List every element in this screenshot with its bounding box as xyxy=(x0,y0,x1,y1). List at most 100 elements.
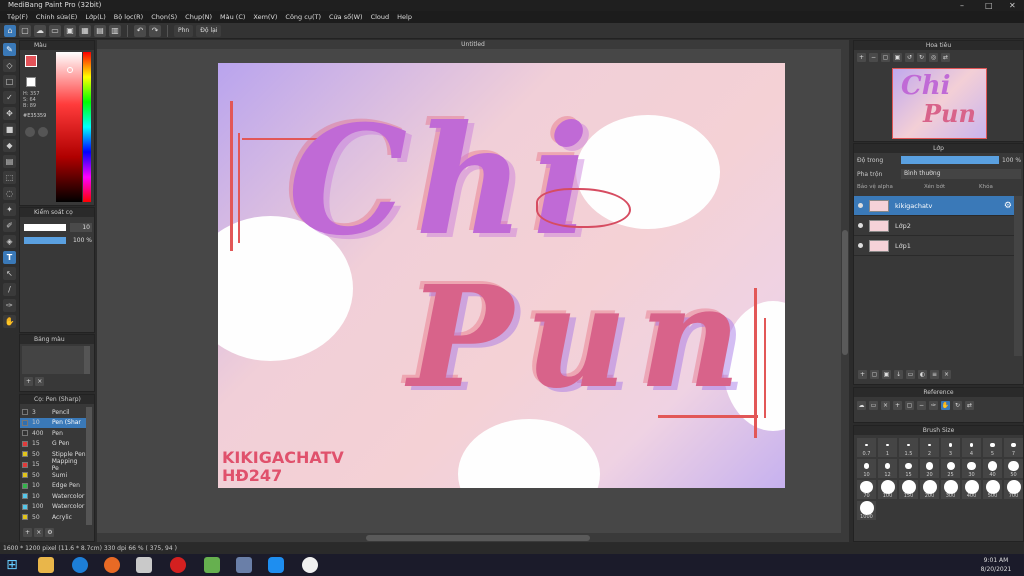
reset-rotation-icon[interactable]: ◎ xyxy=(929,53,938,62)
firefox-icon[interactable] xyxy=(104,557,120,573)
export-icon[interactable]: ▥ xyxy=(109,24,121,37)
redo-icon[interactable]: ↷ xyxy=(149,24,161,37)
flip-icon[interactable]: ⇄ xyxy=(941,53,950,62)
brush-size-slider[interactable] xyxy=(24,224,66,231)
menu-tools[interactable]: Công cụ(T) xyxy=(281,13,325,21)
layer-scrollbar[interactable] xyxy=(1014,196,1022,356)
brush-tool-icon[interactable]: ✎ xyxy=(3,43,16,56)
fit-icon[interactable]: ▢ xyxy=(905,401,914,410)
close-window-button[interactable]: ✕ xyxy=(1009,0,1016,11)
menu-filter[interactable]: Bộ lọc(R) xyxy=(110,13,147,21)
brush-size-cell[interactable]: 400 xyxy=(962,480,981,499)
layer-row[interactable]: Lớp2 xyxy=(854,216,1014,236)
zoom-out-icon[interactable]: − xyxy=(869,53,878,62)
menu-color[interactable]: Màu (C) xyxy=(216,13,249,21)
computer-app-icon[interactable] xyxy=(236,557,252,573)
select-tool-icon[interactable]: ⬚ xyxy=(3,171,16,184)
divide-tool-icon[interactable]: / xyxy=(3,283,16,296)
add-color-icon[interactable]: + xyxy=(24,377,33,386)
zalo-icon[interactable] xyxy=(268,557,284,573)
fill-shape-tool-icon[interactable]: ■ xyxy=(3,123,16,136)
hand-tool-icon[interactable]: ✋ xyxy=(3,315,16,328)
layer-menu-icon[interactable]: ≡ xyxy=(930,370,939,379)
brush-size-cell[interactable]: 20 xyxy=(920,459,939,478)
brush-size-cell[interactable]: 3 xyxy=(941,438,960,457)
brush-size-cell[interactable]: 4 xyxy=(962,438,981,457)
operation-tool-icon[interactable]: ↖ xyxy=(3,267,16,280)
zoom-in-icon[interactable]: + xyxy=(857,53,866,62)
menu-layer[interactable]: Lớp(L) xyxy=(81,13,109,21)
gallery-app-icon[interactable] xyxy=(204,557,220,573)
color-picker-cursor[interactable] xyxy=(67,67,73,73)
flip-icon[interactable]: ⇄ xyxy=(965,401,974,410)
palette-swatches[interactable] xyxy=(22,346,84,374)
layer-row[interactable]: Lớp1 xyxy=(854,236,1014,256)
clock-time[interactable]: 9:01 AM xyxy=(976,557,1016,564)
duplicate-layer-icon[interactable]: ▣ xyxy=(882,370,891,379)
brush-size-cell[interactable]: 1 xyxy=(878,438,897,457)
brush-size-cell[interactable]: 5 xyxy=(983,438,1002,457)
brush-size-cell[interactable]: 2 xyxy=(920,438,939,457)
brush-list-item[interactable]: 15 G Pen xyxy=(20,439,86,450)
brush-size-cell[interactable]: 30 xyxy=(962,459,981,478)
brush-size-cell[interactable]: 10 xyxy=(857,459,876,478)
brush-size-cell[interactable]: 500 xyxy=(983,480,1002,499)
new-layer-icon[interactable]: + xyxy=(858,370,867,379)
gradient-tool-icon[interactable]: ▤ xyxy=(3,155,16,168)
pen-chip[interactable]: Phn xyxy=(174,24,194,37)
grid-icon[interactable]: ▦ xyxy=(79,24,91,37)
menu-cloud[interactable]: Cloud xyxy=(367,13,394,21)
clipping-checkbox[interactable]: Xén bớt xyxy=(924,184,945,190)
select-eraser-icon[interactable]: ◈ xyxy=(3,235,16,248)
minimize-button[interactable]: – xyxy=(960,0,964,11)
new-halftone-layer-icon[interactable]: ▢ xyxy=(870,370,879,379)
chat-icon[interactable]: ▭ xyxy=(49,24,61,37)
visibility-eye-icon[interactable] xyxy=(858,243,863,248)
canvas-icon[interactable]: ▤ xyxy=(94,24,106,37)
brush-size-cell[interactable]: 100 xyxy=(878,480,897,499)
menu-file[interactable]: Tệp(F) xyxy=(3,13,32,21)
hand-icon[interactable]: ✋ xyxy=(941,401,950,410)
brush-list-item[interactable]: 100 Watercolor xyxy=(20,502,86,513)
brush-list-item[interactable]: 10 Watercolor xyxy=(20,491,86,502)
menu-help[interactable]: Help xyxy=(393,13,416,21)
brush-size-cell[interactable]: 15 xyxy=(899,459,918,478)
select-pen-icon[interactable]: ✐ xyxy=(3,219,16,232)
artwork-canvas[interactable]: Chi Pun KIKIGACHATV HĐ247 xyxy=(218,63,785,488)
lock-checkbox[interactable]: Khóa xyxy=(979,184,993,190)
open-folder-icon[interactable]: ▭ xyxy=(869,401,878,410)
brush-list-item[interactable]: 400 Pen xyxy=(20,428,86,439)
text-tool-icon[interactable]: T xyxy=(3,251,16,264)
primary-color-swatch[interactable] xyxy=(25,55,37,67)
delete-color-icon[interactable]: × xyxy=(35,377,45,386)
brush-list-item[interactable]: 10 Edge Pen xyxy=(20,481,86,492)
brush-list-item[interactable]: 3 Pencil xyxy=(20,407,86,418)
brush-size-cell[interactable]: 1.5 xyxy=(899,438,918,457)
merge-down-icon[interactable]: ↓ xyxy=(894,370,903,379)
brush-size-cell[interactable]: 200 xyxy=(920,480,939,499)
zoom-out-icon[interactable]: − xyxy=(917,401,926,410)
media-player-icon[interactable] xyxy=(136,557,152,573)
layer-settings-gear-icon[interactable]: ⚙ xyxy=(1004,201,1012,211)
menu-edit[interactable]: Chỉnh sửa(E) xyxy=(32,13,81,21)
maximize-button[interactable]: □ xyxy=(985,0,993,11)
menu-snap[interactable]: Chụp(N) xyxy=(181,13,216,21)
bucket-tool-icon[interactable]: ◆ xyxy=(3,139,16,152)
saturation-box[interactable] xyxy=(56,52,82,202)
new-file-icon[interactable]: ▢ xyxy=(19,24,31,37)
document-tab[interactable]: Untitled xyxy=(97,40,849,49)
file-explorer-icon[interactable] xyxy=(38,557,54,573)
eyedropper-icon[interactable]: ✑ xyxy=(929,401,938,410)
rotate-right-icon[interactable]: ↻ xyxy=(917,53,926,62)
folder-icon[interactable]: ▭ xyxy=(906,370,915,379)
layer-mask-icon[interactable]: ◐ xyxy=(918,370,927,379)
actual-size-icon[interactable]: ▣ xyxy=(893,53,902,62)
brush-size-cell[interactable]: 150 xyxy=(899,480,918,499)
clock-date[interactable]: 8/20/2021 xyxy=(976,566,1016,573)
brush-list-item[interactable]: 10 Pen (Shar xyxy=(20,417,86,428)
hue-slider[interactable] xyxy=(83,52,91,202)
visibility-eye-icon[interactable] xyxy=(858,203,863,208)
navigator-thumbnail[interactable]: Chi Pun xyxy=(892,68,987,139)
eyedropper-icon[interactable]: ✑ xyxy=(3,299,16,312)
stabilizer-chip[interactable]: Độ lại xyxy=(196,24,222,37)
